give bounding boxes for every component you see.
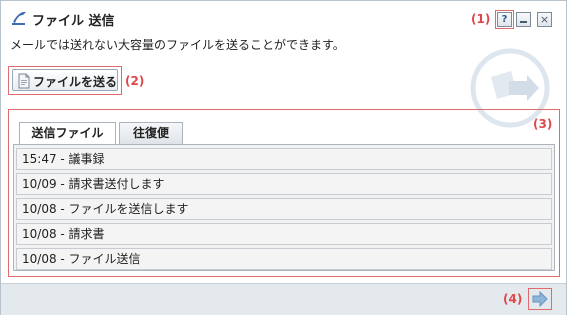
tab-sent-files[interactable]: 送信ファイル (19, 122, 116, 144)
close-button[interactable]: × (537, 12, 552, 27)
list-item[interactable]: 10/08 - ファイルを送信します (16, 198, 552, 220)
tab-sent-files-label: 送信ファイル (31, 126, 104, 140)
minimize-button[interactable] (516, 12, 531, 27)
tab-round-trip[interactable]: 往復便 (119, 122, 183, 144)
tab-round-trip-label: 往復便 (132, 126, 169, 140)
file-send-window: ファイル 送信 (1) ? × メールでは送れない大容量のファイルを送ることがで… (0, 0, 567, 315)
document-icon (18, 73, 30, 89)
list-item[interactable]: 10/08 - 請求書 (16, 223, 552, 245)
send-file-button[interactable]: ファイルを送る (12, 69, 118, 91)
minimize-icon (520, 21, 527, 23)
title-bar: ファイル 送信 (1) ? × (1, 1, 566, 31)
window-title: ファイル 送信 (32, 14, 115, 29)
list-item[interactable]: 10/08 - ファイル送信 (16, 248, 552, 270)
file-list: 15:47 - 議事録 10/09 - 請求書送付します 10/08 - ファイ… (13, 144, 555, 271)
file-send-icon (12, 11, 26, 25)
callout-4: (4) (503, 292, 523, 306)
description-text: メールでは送れない大容量のファイルを送ることができます。 (10, 38, 345, 52)
send-file-button-label: ファイルを送る (33, 75, 118, 89)
help-button[interactable]: ? (497, 12, 512, 27)
list-item[interactable]: 10/09 - 請求書送付します (16, 173, 552, 195)
callout-3: (3) (533, 117, 553, 131)
callout-1: (1) (471, 12, 491, 26)
list-item[interactable]: 15:47 - 議事録 (16, 148, 552, 170)
callout-2: (2) (125, 74, 145, 88)
next-arrow-icon[interactable] (531, 291, 549, 307)
footer-bar (1, 283, 566, 315)
